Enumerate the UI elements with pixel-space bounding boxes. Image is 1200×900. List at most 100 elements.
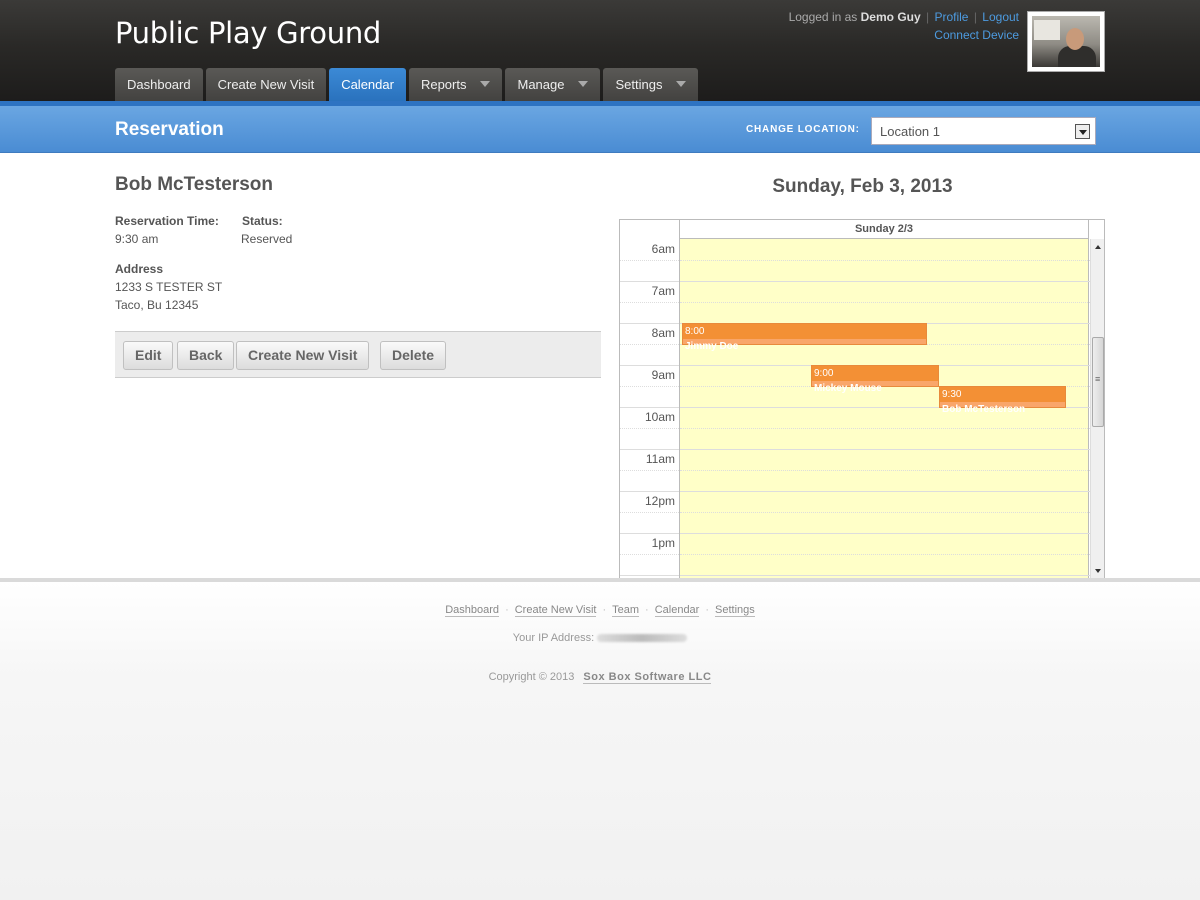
- calendar-event[interactable]: 8:00 Jimmy Doe: [682, 323, 927, 352]
- grid-line: [620, 281, 679, 282]
- grid-line: [680, 491, 1090, 492]
- event-time: 9:30: [940, 387, 1065, 402]
- tab-settings[interactable]: Settings: [603, 68, 699, 101]
- grid-line: [680, 470, 1090, 471]
- grid-line: [620, 554, 679, 555]
- grid-line: [680, 554, 1090, 555]
- tab-reports[interactable]: Reports: [408, 68, 503, 101]
- day-column[interactable]: 8:00 Jimmy Doe 9:00 Mickey Mouse 9:30 Bob McT…: [679, 239, 1090, 578]
- scroll-up-icon[interactable]: [1095, 245, 1101, 249]
- user-box: Logged in as Demo Guy | Profile | Logout…: [789, 8, 1019, 44]
- hour-label: 7am: [651, 284, 675, 298]
- section-title: Reservation: [115, 119, 224, 140]
- back-button[interactable]: Back: [177, 341, 235, 370]
- grid-line: [680, 260, 1090, 261]
- grid-line: [680, 575, 1090, 576]
- avatar-photo: [1032, 16, 1100, 67]
- calendar-date-title: Sunday, Feb 3, 2013: [772, 176, 953, 197]
- tab-label: Create New Visit: [217, 77, 315, 92]
- logout-link[interactable]: Logout: [982, 10, 1019, 24]
- change-location-label: CHANGE LOCATION:: [746, 124, 860, 135]
- action-bar: Edit Back Create New Visit Delete: [115, 331, 601, 378]
- profile-link[interactable]: Profile: [934, 10, 968, 24]
- link-separator: ·: [645, 604, 649, 616]
- footer-link-create-new-visit[interactable]: Create New Visit: [514, 604, 597, 617]
- separator: |: [926, 10, 930, 24]
- tab-dashboard[interactable]: Dashboard: [115, 68, 203, 101]
- reservation-time-value: 9:30 am: [115, 232, 159, 246]
- company-link[interactable]: Sox Box Software LLC: [583, 671, 712, 684]
- grid-line: [620, 344, 679, 345]
- hour-label: 9am: [651, 368, 675, 382]
- ip-value-redacted: [597, 634, 688, 643]
- tab-calendar[interactable]: Calendar: [329, 68, 406, 101]
- avatar[interactable]: [1027, 11, 1105, 72]
- grid-line: [620, 533, 679, 534]
- address-line-1: 1233 S TESTER ST: [115, 280, 223, 294]
- grid-line: [680, 533, 1090, 534]
- grid-line: [620, 323, 679, 324]
- main-nav: Dashboard Create New Visit Calendar Reports…: [115, 68, 699, 101]
- calendar-event[interactable]: 9:00 Mickey Mouse: [811, 365, 939, 394]
- grid-line: [620, 575, 679, 576]
- link-separator: ·: [505, 604, 509, 616]
- grid-line: [620, 470, 679, 471]
- footer: Dashboard · Create New Visit · Team · Calendar…: [0, 582, 1200, 900]
- scroll-down-icon[interactable]: [1095, 569, 1101, 573]
- event-name: Jimmy Doe: [685, 341, 739, 352]
- grid-line: [620, 302, 679, 303]
- calendar-scrollbar[interactable]: [1090, 239, 1104, 578]
- caret-down-icon: [676, 81, 687, 87]
- grid-line: [620, 428, 679, 429]
- day-header: Sunday 2/3: [679, 220, 1089, 239]
- grid-line: [620, 386, 679, 387]
- tab-create-new-visit[interactable]: Create New Visit: [205, 68, 327, 101]
- user-name: Demo Guy: [860, 10, 921, 24]
- footer-link-calendar[interactable]: Calendar: [654, 604, 700, 617]
- footer-links: Dashboard · Create New Visit · Team · Calendar…: [0, 604, 1200, 617]
- hour-label: 10am: [644, 410, 675, 424]
- main-content: Bob McTesterson Reservation Time: 9:30 a…: [0, 153, 1200, 578]
- grid-line: [680, 512, 1090, 513]
- tab-manage[interactable]: Manage: [505, 68, 601, 101]
- grid-line: [620, 407, 679, 408]
- address-line-2: Taco, Bu 12345: [115, 298, 199, 312]
- grid-line: [680, 449, 1090, 450]
- separator: |: [973, 10, 977, 24]
- calendar-event[interactable]: 9:30 Bob McTesterson: [939, 386, 1066, 415]
- grid-line: [680, 281, 1090, 282]
- caret-down-icon: [480, 81, 491, 87]
- scroll-thumb[interactable]: [1092, 337, 1104, 427]
- chevron-down-icon[interactable]: [1075, 124, 1090, 139]
- footer-link-dashboard[interactable]: Dashboard: [445, 604, 500, 617]
- tab-label: Reports: [420, 77, 467, 92]
- event-name: Bob McTesterson: [942, 404, 1026, 415]
- footer-link-settings[interactable]: Settings: [715, 604, 755, 617]
- caret-down-icon: [578, 81, 589, 87]
- grid-line: [680, 428, 1090, 429]
- edit-button[interactable]: Edit: [123, 341, 174, 370]
- tab-label: Calendar: [341, 77, 394, 92]
- app-title: Public Play Ground: [115, 16, 382, 50]
- hour-label: 12pm: [644, 494, 675, 508]
- location-select[interactable]: Location 1: [871, 117, 1096, 145]
- event-name: Mickey Mouse: [814, 383, 882, 394]
- connect-device-link[interactable]: Connect Device: [934, 28, 1019, 42]
- footer-link-team[interactable]: Team: [612, 604, 640, 617]
- address-label: Address: [115, 262, 164, 276]
- hour-label: 8am: [651, 326, 675, 340]
- create-new-visit-button[interactable]: Create New Visit: [236, 341, 370, 370]
- grid-line: [620, 491, 679, 492]
- grid-line: [620, 512, 679, 513]
- delete-button[interactable]: Delete: [380, 341, 447, 370]
- day-calendar: Sunday 2/3 8:00 Jimmy Doe 9:00 Mickey Mouse…: [619, 219, 1105, 578]
- ip-label: Your IP Address:: [512, 632, 595, 644]
- reservation-name: Bob McTesterson: [115, 174, 274, 195]
- logged-in-prefix: Logged in as: [788, 10, 858, 24]
- section-bar: Reservation CHANGE LOCATION: Location 1: [0, 101, 1200, 153]
- status-value: Reserved: [241, 232, 293, 246]
- tab-label: Manage: [517, 77, 565, 92]
- hour-label: 6am: [651, 242, 675, 256]
- ip-address: Your IP Address:: [0, 632, 1200, 644]
- copyright-text: Copyright © 2013: [488, 671, 575, 683]
